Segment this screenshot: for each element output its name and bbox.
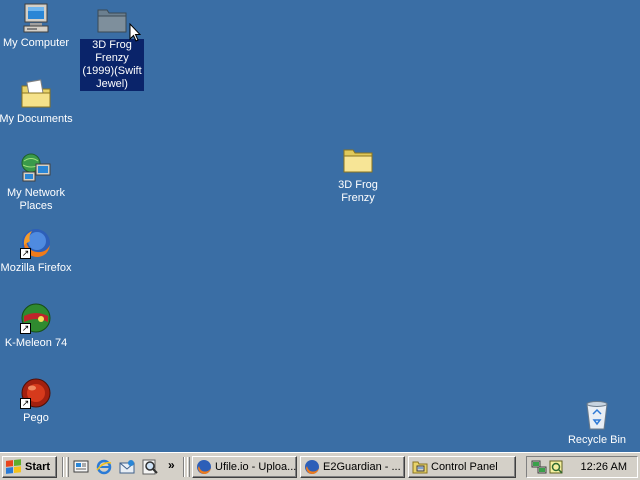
network-tray-icon[interactable] bbox=[531, 459, 547, 475]
quick-launch-overflow-button[interactable]: » bbox=[168, 458, 175, 472]
control-panel-icon bbox=[412, 459, 428, 475]
desktop-icon-recycle-bin[interactable]: Recycle Bin bbox=[559, 399, 635, 447]
desktop[interactable]: My Computer 3D Frog Frenzy (1999)(Swift … bbox=[0, 0, 640, 452]
task-button-e2guardian[interactable]: E2Guardian - ... bbox=[300, 456, 405, 478]
recycle-bin-icon bbox=[581, 399, 613, 431]
task-list-grip[interactable] bbox=[187, 457, 190, 477]
desktop-icon-label: 3D Frog Frenzy bbox=[338, 179, 378, 204]
k-meleon-icon: ↗ bbox=[20, 302, 52, 334]
outlook-express-icon[interactable] bbox=[119, 459, 135, 475]
desktop-icon-my-network-places[interactable]: My Network Places bbox=[0, 152, 74, 213]
desktop-icon-label: My Computer bbox=[2, 37, 70, 49]
task-button-label: E2Guardian - ... bbox=[323, 461, 401, 473]
search-icon[interactable] bbox=[142, 459, 158, 475]
pego-icon: ↗ bbox=[20, 377, 52, 409]
task-button-label: Control Panel bbox=[431, 461, 498, 473]
documents-folder-icon bbox=[20, 78, 52, 110]
desktop-icon-label: My Documents bbox=[0, 113, 73, 125]
desktop-icon-label: K-Meleon 74 bbox=[4, 337, 68, 349]
folder-icon bbox=[96, 4, 128, 36]
internet-explorer-icon[interactable] bbox=[96, 459, 112, 475]
desktop-icon-3d-frog-frenzy[interactable]: 3D Frog Frenzy bbox=[320, 144, 396, 205]
shortcut-arrow-icon: ↗ bbox=[20, 323, 31, 334]
desktop-icon-label: 3D Frog Frenzy (1999)(Swift Jewel) bbox=[80, 39, 144, 91]
task-button-control-panel[interactable]: Control Panel bbox=[408, 456, 516, 478]
firefox-icon: ↗ bbox=[20, 227, 52, 259]
taskbar-divider bbox=[62, 457, 64, 477]
clock[interactable]: 12:26 AM bbox=[581, 461, 627, 473]
desktop-icon-label: My Network Places bbox=[6, 187, 66, 212]
computer-icon bbox=[20, 2, 52, 34]
desktop-icon-my-computer[interactable]: My Computer bbox=[0, 2, 74, 50]
network-icon bbox=[20, 152, 52, 184]
shortcut-arrow-icon: ↗ bbox=[20, 398, 31, 409]
task-button-label: Ufile.io - Uploa... bbox=[215, 461, 297, 473]
taskbar-divider bbox=[183, 457, 185, 477]
taskbar: Start » Ufile.io - Uploa... E2Guardian -… bbox=[0, 452, 640, 480]
firefox-icon bbox=[196, 459, 212, 475]
desktop-icon-my-documents[interactable]: My Documents bbox=[0, 78, 74, 126]
folder-icon bbox=[342, 144, 374, 176]
show-desktop-icon[interactable] bbox=[73, 459, 89, 475]
task-button-ufile[interactable]: Ufile.io - Uploa... bbox=[192, 456, 297, 478]
quick-launch-grip[interactable] bbox=[66, 457, 69, 477]
start-label: Start bbox=[25, 461, 51, 473]
desktop-icon-label: Recycle Bin bbox=[567, 434, 627, 446]
desktop-icon-pego[interactable]: ↗ Pego bbox=[0, 377, 74, 425]
desktop-icon-mozilla-firefox[interactable]: ↗ Mozilla Firefox bbox=[0, 227, 74, 275]
shortcut-arrow-icon: ↗ bbox=[20, 248, 31, 259]
start-button[interactable]: Start bbox=[2, 456, 57, 478]
firefox-icon bbox=[304, 459, 320, 475]
desktop-icon-label: Pego bbox=[23, 412, 49, 424]
mouse-cursor-icon bbox=[129, 23, 141, 42]
security-tray-icon[interactable] bbox=[548, 459, 564, 475]
system-tray: 12:26 AM bbox=[526, 456, 638, 478]
desktop-icon-label: Mozilla Firefox bbox=[0, 262, 72, 274]
windows-logo-icon bbox=[6, 459, 22, 475]
desktop-icon-3d-frog-frenzy-swift-jewel[interactable]: 3D Frog Frenzy (1999)(Swift Jewel) bbox=[74, 4, 150, 91]
desktop-icon-k-meleon[interactable]: ↗ K-Meleon 74 bbox=[0, 302, 74, 350]
